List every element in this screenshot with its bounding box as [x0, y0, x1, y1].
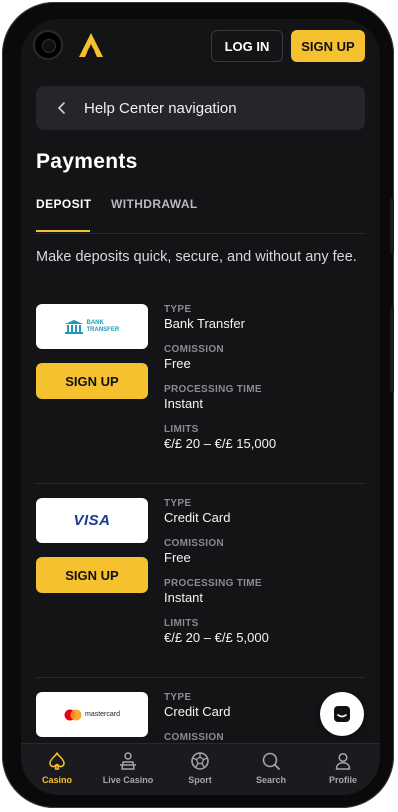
- divider: [36, 483, 365, 484]
- type-label: TYPE: [164, 304, 192, 315]
- commission-value: Free: [164, 550, 191, 565]
- nav-label: Live Casino: [102, 775, 154, 785]
- phone-frame: LOG IN SIGN UP Help Center navigation Pa…: [2, 2, 394, 808]
- side-button: [390, 307, 394, 393]
- dealer-icon: [120, 752, 136, 770]
- spade-icon: [49, 752, 65, 770]
- bottom-navigation: Casino Live Casino Sport Search Profile: [21, 743, 380, 795]
- nav-label: Casino: [41, 775, 72, 785]
- bank-transfer-logo: BANK TRANSFER: [36, 304, 148, 349]
- brand-logo[interactable]: [76, 30, 106, 60]
- nav-search[interactable]: Search: [236, 750, 306, 785]
- nav-sport[interactable]: Sport: [165, 750, 235, 785]
- side-button: [390, 198, 394, 254]
- nav-profile[interactable]: Profile: [308, 750, 378, 785]
- tab-bar: DEPOSIT WITHDRAWAL: [36, 197, 365, 234]
- visa-logo-text: VISA: [73, 512, 111, 529]
- nav-label: Search: [255, 775, 287, 785]
- signup-button[interactable]: SIGN UP: [36, 557, 148, 593]
- processing-value: Instant: [164, 396, 204, 411]
- divider: [36, 677, 365, 678]
- nav-label: Profile: [328, 775, 357, 785]
- chat-icon: [334, 706, 350, 722]
- page-title: Payments: [36, 150, 138, 173]
- limits-label: LIMITS: [164, 618, 199, 629]
- bank-icon: [64, 319, 83, 334]
- type-value: Credit Card: [164, 510, 231, 525]
- commission-label: COMISSION: [164, 344, 224, 355]
- login-button[interactable]: LOG IN: [211, 30, 283, 62]
- nav-casino[interactable]: Casino: [22, 750, 92, 785]
- signup-button[interactable]: SIGN UP: [291, 30, 365, 62]
- method-info: TYPE Bank Transfer COMISSION Free PROCES…: [164, 304, 364, 464]
- camera: [33, 30, 63, 60]
- help-center-navigation[interactable]: Help Center navigation: [36, 86, 365, 130]
- intro-text: Make deposits quick, secure, and without…: [36, 249, 357, 265]
- limits-value: €/£ 20 – €/£ 15,000: [164, 436, 277, 451]
- top-bar: LOG IN SIGN UP: [21, 19, 380, 73]
- chevron-left-icon: [57, 102, 65, 114]
- commission-label: COMISSION: [164, 538, 224, 549]
- help-nav-label: Help Center navigation: [84, 99, 237, 117]
- nav-live-casino[interactable]: Live Casino: [93, 750, 163, 785]
- nav-label: Sport: [188, 775, 212, 785]
- signup-button[interactable]: SIGN UP: [36, 363, 148, 399]
- limits-label: LIMITS: [164, 424, 199, 435]
- processing-label: PROCESSING TIME: [164, 384, 262, 395]
- tab-deposit[interactable]: DEPOSIT: [36, 197, 91, 232]
- tab-withdrawal[interactable]: WITHDRAWAL: [111, 197, 198, 211]
- chat-button[interactable]: [320, 692, 364, 736]
- ball-icon: [191, 752, 209, 770]
- type-label: TYPE: [164, 498, 192, 509]
- commission-value: Free: [164, 356, 191, 371]
- screen: LOG IN SIGN UP Help Center navigation Pa…: [21, 19, 380, 795]
- search-icon: [262, 752, 280, 770]
- mastercard-logo: mastercard: [36, 692, 148, 737]
- profile-icon: [335, 752, 351, 770]
- processing-value: Instant: [164, 590, 204, 605]
- visa-logo: VISA: [36, 498, 148, 543]
- mastercard-circles: [64, 709, 82, 720]
- bank-transfer-logo-text: BANK TRANSFER: [86, 319, 120, 333]
- payment-method-visa: VISA SIGN UP TYPE Credit Card COMISSION …: [36, 498, 365, 648]
- method-info: TYPE Credit Card COMISSION Free PROCESSI…: [164, 498, 364, 658]
- processing-label: PROCESSING TIME: [164, 578, 262, 589]
- limits-value: €/£ 20 – €/£ 5,000: [164, 630, 269, 645]
- mastercard-logo-text: mastercard: [84, 711, 120, 718]
- type-value: Bank Transfer: [164, 316, 245, 331]
- payment-method-bank-transfer: BANK TRANSFER SIGN UP TYPE Bank Transfer…: [36, 304, 365, 454]
